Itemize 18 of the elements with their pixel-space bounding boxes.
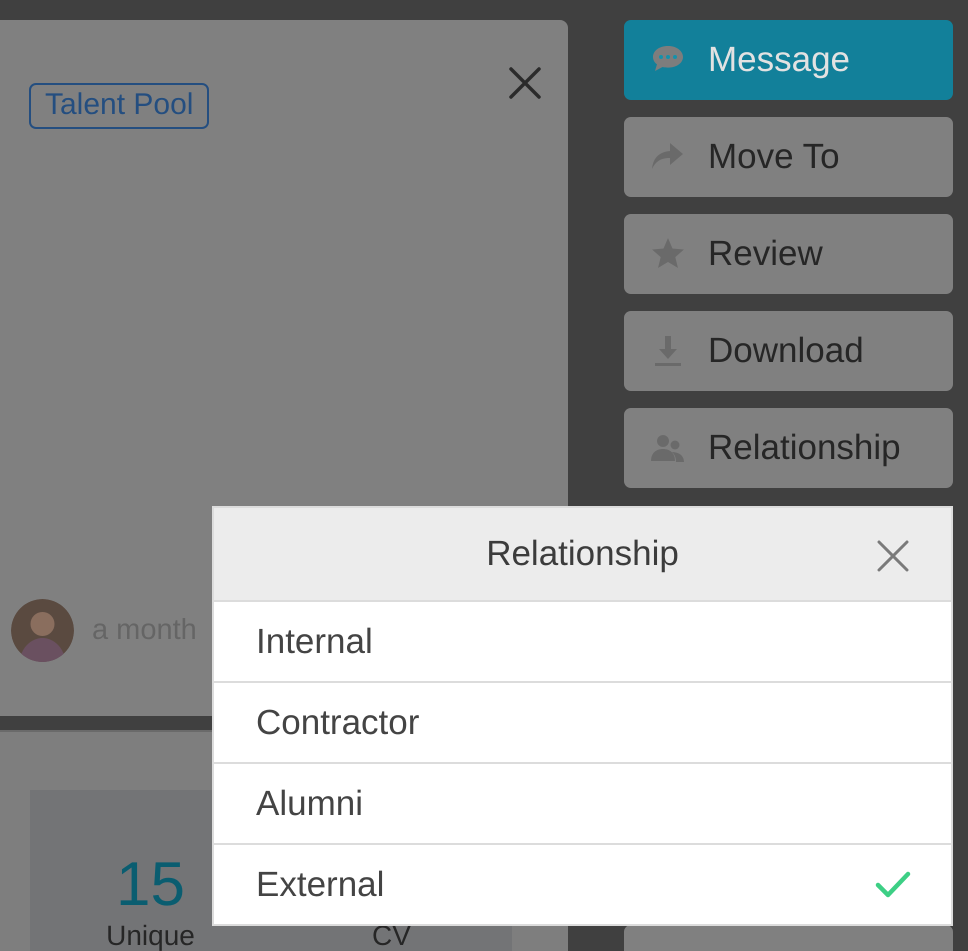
stat-value: 15 <box>116 854 185 916</box>
action-button[interactable]: Download <box>624 311 953 391</box>
stat-label: Unique <box>106 922 195 950</box>
talent-pool-tag: Talent Pool <box>29 83 210 129</box>
action-button[interactable]: Message <box>624 20 953 100</box>
stat-label: CV <box>372 922 411 950</box>
action-button[interactable]: Move To <box>624 117 953 197</box>
avatar <box>11 599 74 662</box>
option-item[interactable]: Alumni <box>214 764 951 845</box>
option-item[interactable]: Internal <box>214 602 951 683</box>
action-button[interactable]: Relationship <box>624 408 953 488</box>
check-icon <box>875 870 911 900</box>
close-icon[interactable] <box>508 66 542 100</box>
close-icon[interactable] <box>876 539 910 573</box>
option-item[interactable]: External <box>214 845 951 924</box>
dialog-title: Relationship <box>486 534 679 574</box>
option-item[interactable]: Contractor <box>214 683 951 764</box>
action-button[interactable]: Review <box>624 214 953 294</box>
